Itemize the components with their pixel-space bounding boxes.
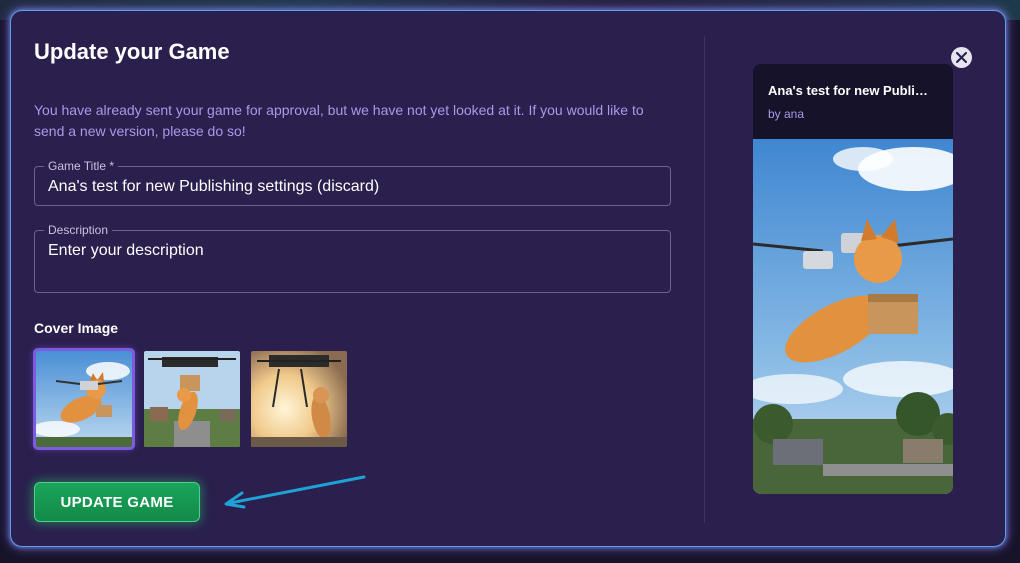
preview-cover-image bbox=[753, 139, 953, 494]
cat-sunset-thumbnail bbox=[251, 351, 347, 447]
update-game-dialog: Update your Game You have already sent y… bbox=[10, 10, 1006, 547]
cover-image-option-1[interactable] bbox=[33, 348, 135, 450]
preview-header: Ana's test for new Publi… by ana bbox=[753, 64, 953, 139]
description-field[interactable]: Description Enter your description bbox=[34, 223, 671, 293]
close-icon bbox=[956, 52, 967, 63]
arrow-left-icon bbox=[224, 475, 366, 509]
close-button[interactable] bbox=[951, 47, 972, 68]
cover-image-label: Cover Image bbox=[34, 320, 119, 336]
description-input[interactable]: Enter your description bbox=[48, 242, 204, 260]
approval-notice: You have already sent your game for appr… bbox=[34, 102, 644, 139]
game-title-field[interactable]: Game Title * Ana's test for new Publishi… bbox=[34, 159, 671, 206]
cat-drone-thumbnail bbox=[36, 351, 132, 447]
cover-image-option-2[interactable] bbox=[144, 351, 240, 447]
dialog-title: Update your Game bbox=[34, 39, 230, 64]
description-label: Description bbox=[44, 223, 113, 237]
preview-author: by ana bbox=[768, 107, 805, 121]
cat-drone-preview-image bbox=[753, 139, 953, 494]
cover-image-option-3[interactable] bbox=[251, 351, 347, 447]
panel-divider bbox=[704, 36, 705, 523]
cat-street-thumbnail bbox=[144, 351, 240, 447]
game-preview-card: Ana's test for new Publi… by ana bbox=[753, 64, 953, 494]
game-title-input[interactable]: Ana's test for new Publishing settings (… bbox=[48, 178, 379, 196]
preview-title: Ana's test for new Publi… bbox=[768, 83, 928, 98]
game-title-label: Game Title * bbox=[44, 159, 119, 173]
update-game-button[interactable]: UPDATE GAME bbox=[34, 482, 200, 522]
